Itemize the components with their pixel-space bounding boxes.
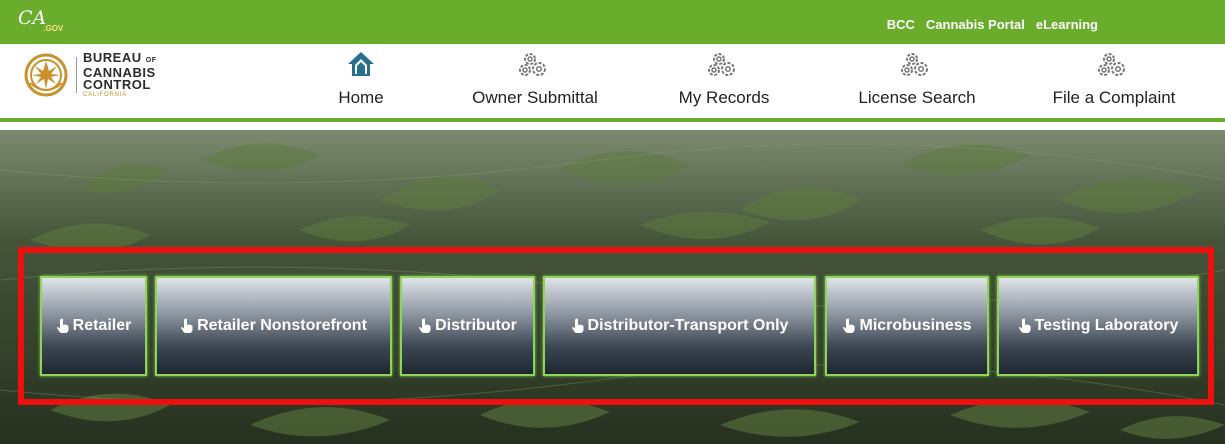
brand-line-california: CALIFORNIA bbox=[83, 91, 128, 98]
hand-pointer-icon bbox=[56, 318, 69, 333]
gears-icon bbox=[708, 53, 735, 76]
retailer-nonstorefront-label: Retailer Nonstorefront bbox=[197, 317, 367, 334]
brand-wordmark: BUREAU OF CANNABIS CONTROL CALIFORNIA bbox=[83, 49, 157, 99]
distributor-transport-only-button[interactable]: Distributor-Transport Only bbox=[543, 276, 816, 376]
gears-icon bbox=[901, 53, 928, 76]
brand-line-control: CONTROL bbox=[83, 76, 151, 92]
top-link-cannabis-portal[interactable]: Cannabis Portal bbox=[926, 17, 1025, 32]
brand-divider bbox=[76, 57, 77, 93]
top-link-elearning[interactable]: eLearning bbox=[1036, 17, 1098, 32]
bureau-brand[interactable]: BUREAU OF CANNABIS CONTROL CALIFORNIA bbox=[20, 49, 157, 99]
hand-pointer-icon bbox=[181, 318, 193, 333]
distributor-transport-only-label: Distributor-Transport Only bbox=[587, 317, 789, 334]
nav-my-records[interactable]: My Records bbox=[667, 50, 781, 110]
distributor-button[interactable]: Distributor bbox=[400, 276, 535, 376]
top-bar: CA.GOV BCC Cannabis Portal eLearning bbox=[0, 0, 1225, 44]
nav-owner-submittal-label: Owner Submittal bbox=[472, 88, 598, 107]
nav-owner-submittal[interactable]: Owner Submittal bbox=[462, 50, 608, 110]
nav-my-records-label: My Records bbox=[678, 88, 770, 107]
retailer-label: Retailer bbox=[72, 317, 132, 334]
testing-laboratory-button[interactable]: Testing Laboratory bbox=[997, 276, 1199, 376]
brand-line-bureau: BUREAU bbox=[83, 49, 142, 65]
main-nav: BUREAU OF CANNABIS CONTROL CALIFORNIA Ho… bbox=[0, 44, 1225, 122]
nav-file-a-complaint[interactable]: File a Complaint bbox=[1040, 50, 1188, 110]
hand-pointer-icon bbox=[419, 318, 431, 333]
hand-pointer-icon bbox=[843, 318, 855, 333]
gears-icon bbox=[1098, 53, 1125, 76]
top-links: BCC Cannabis Portal eLearning bbox=[887, 17, 1098, 32]
top-link-bcc[interactable]: BCC bbox=[887, 17, 915, 32]
gears-icon bbox=[519, 53, 546, 76]
nav-license-search-label: License Search bbox=[858, 88, 976, 107]
nav-file-a-complaint-label: File a Complaint bbox=[1052, 88, 1176, 107]
nav-license-search[interactable]: License Search bbox=[850, 50, 984, 110]
testing-laboratory-label: Testing Laboratory bbox=[1034, 317, 1179, 334]
retailer-nonstorefront-button[interactable]: Retailer Nonstorefront bbox=[155, 276, 392, 376]
microbusiness-label: Microbusiness bbox=[859, 317, 972, 334]
nav-home-label: Home bbox=[338, 88, 384, 107]
home-icon bbox=[348, 52, 374, 76]
distributor-label: Distributor bbox=[435, 317, 517, 334]
ca-gov-logo-sub: .GOV bbox=[43, 23, 64, 33]
microbusiness-button[interactable]: Microbusiness bbox=[825, 276, 989, 376]
ca-gov-logo[interactable]: CA.GOV bbox=[18, 8, 66, 37]
bcc-seal-icon bbox=[24, 53, 68, 97]
hand-pointer-icon bbox=[1018, 318, 1031, 333]
hand-pointer-icon bbox=[571, 318, 584, 333]
nav-home[interactable]: Home bbox=[333, 50, 389, 110]
brand-line-of: OF bbox=[145, 56, 157, 64]
retailer-button[interactable]: Retailer bbox=[40, 276, 147, 376]
